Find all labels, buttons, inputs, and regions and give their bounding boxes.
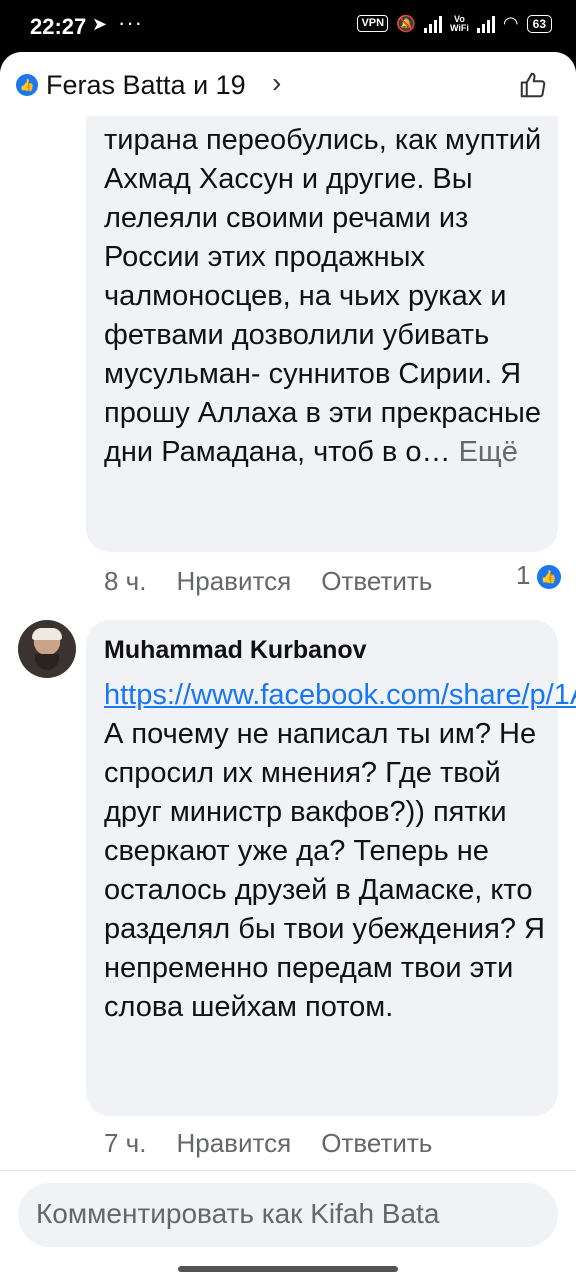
avatar-beard bbox=[35, 654, 59, 670]
comment-input[interactable]: Комментировать как Kifah Bata bbox=[18, 1183, 558, 1247]
gesture-bar bbox=[0, 1260, 576, 1280]
more-notifications-icon: ··· bbox=[118, 10, 143, 35]
comment-bubble[interactable]: Muhammad Kurbanov https://www.facebook.c… bbox=[86, 620, 576, 1116]
mute-icon: 🔕 bbox=[396, 15, 416, 33]
reaction-count[interactable]: 1 bbox=[516, 560, 530, 591]
comment-input-placeholder: Комментировать как Kifah Bata bbox=[36, 1198, 440, 1229]
vpn-badge: VPN bbox=[357, 15, 389, 32]
comment-body: тирана переобулись, как муптий Ахмад Хас… bbox=[104, 124, 542, 468]
shared-link[interactable]: https://www.facebook.com/share/p/1AKTXWK… bbox=[104, 679, 576, 711]
like-button[interactable]: Нравится bbox=[176, 1128, 291, 1159]
chevron-right-icon[interactable]: › bbox=[272, 67, 281, 99]
like-reaction-icon: 👍 bbox=[16, 74, 38, 96]
like-button[interactable]: Нравится bbox=[176, 566, 291, 597]
comments-sheet: 👍 Feras Batta и 19 › тирана переобулись,… bbox=[0, 52, 576, 1280]
reactions-header: 👍 Feras Batta и 19 › bbox=[0, 52, 576, 116]
comment-body: ? А почему не написал ты им? Не спросил … bbox=[104, 718, 545, 1023]
reply-button[interactable]: Ответить bbox=[321, 1128, 432, 1159]
battery-icon: 63 bbox=[526, 14, 552, 33]
comment-text: https://www.facebook.com/share/p/1AKTXWK… bbox=[104, 676, 576, 1027]
see-more-link[interactable]: Ещё bbox=[459, 436, 518, 468]
avatar[interactable] bbox=[18, 620, 76, 678]
wifi-icon: ◠ bbox=[502, 13, 519, 33]
battery-level: 63 bbox=[532, 16, 546, 31]
comment-time: 8 ч. bbox=[104, 566, 147, 596]
vowifi-bottom: WiFi bbox=[450, 22, 469, 33]
reply-button[interactable]: Ответить bbox=[321, 566, 432, 597]
comment-author[interactable]: Muhammad Kurbanov bbox=[104, 636, 367, 665]
home-indicator bbox=[178, 1266, 398, 1272]
vowifi-indicator: Vo WiFi bbox=[450, 14, 469, 33]
comment-actions: 8 ч. Нравится Ответить bbox=[104, 566, 432, 597]
comment-text: тирана переобулись, как муптий Ахмад Хас… bbox=[104, 121, 554, 472]
signal-icon-2 bbox=[476, 15, 495, 33]
reactors-link[interactable]: Feras Batta и 19 bbox=[46, 70, 246, 101]
comment-time: 7 ч. bbox=[104, 1128, 147, 1158]
signal-icon bbox=[424, 15, 442, 33]
comment-actions: 7 ч. Нравится Ответить bbox=[104, 1128, 432, 1159]
comment-bubble[interactable]: тирана переобулись, как муптий Ахмад Хас… bbox=[86, 72, 558, 552]
thumbs-up-icon[interactable] bbox=[518, 70, 548, 100]
status-bar: 22:27 ➤ ··· VPN 🔕 Vo WiFi ◠ 63 bbox=[0, 0, 576, 54]
avatar-cap bbox=[32, 628, 62, 640]
status-time: 22:27 bbox=[30, 14, 87, 39]
like-reaction-icon[interactable]: 👍 bbox=[535, 563, 563, 591]
telegram-icon: ➤ bbox=[92, 14, 108, 34]
